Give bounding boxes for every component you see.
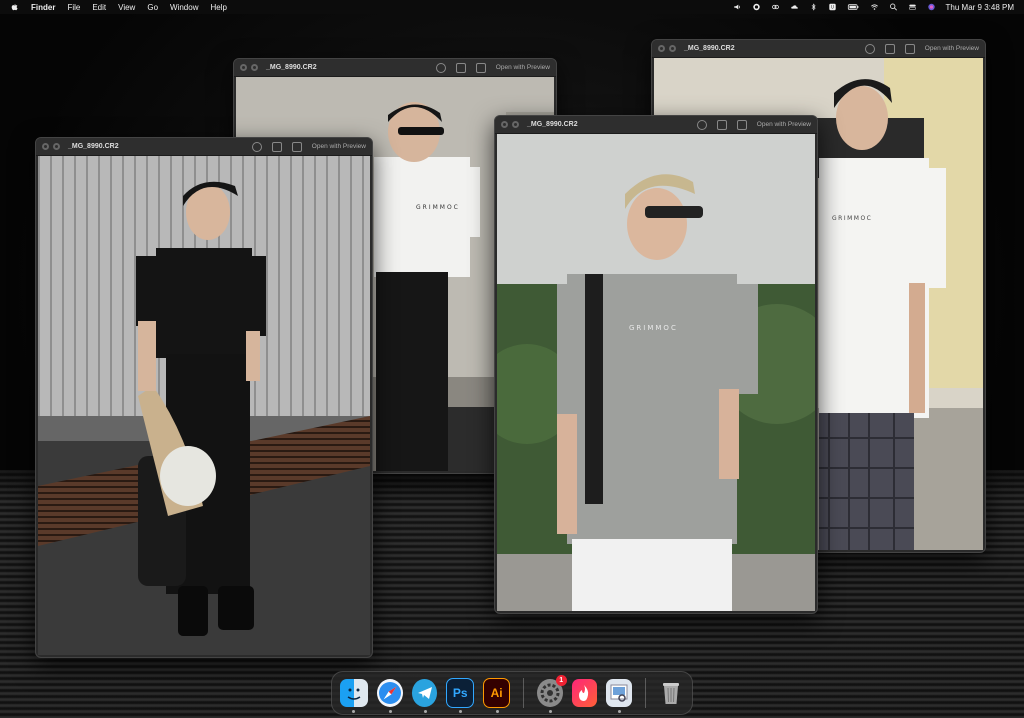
preview-icon [610,684,628,702]
dock-photoshop[interactable]: Ps [446,678,474,713]
running-indicator [495,710,499,713]
keyboard-icon[interactable]: U [828,3,837,11]
markup-icon[interactable] [251,141,262,152]
window-titlebar[interactable]: _MG_8990.CR2 Open with Preview [234,59,556,77]
dock-tinder[interactable] [571,679,598,707]
photo-1-image [38,156,370,655]
markup-icon[interactable] [435,62,446,73]
trash-icon [663,683,680,704]
window-title: _MG_8990.CR2 [68,143,119,150]
minimize-button[interactable] [512,121,519,128]
volume-icon[interactable] [733,3,742,11]
close-button[interactable] [42,143,49,150]
menu-window[interactable]: Window [170,3,198,12]
battery-icon [847,4,858,10]
siri-icon[interactable] [927,3,936,11]
window-titlebar[interactable]: _MG_8990.CR2 Open with Preview [495,116,817,134]
illustrator-icon-label: Ai [490,686,503,700]
open-with-preview-button[interactable]: Open with Preview [496,64,550,71]
flame-icon [579,685,589,701]
dock-trash[interactable] [659,679,684,707]
minimize-button[interactable] [669,45,676,52]
open-with-preview-button[interactable]: Open with Preview [925,45,979,52]
cloud-icon[interactable] [790,3,799,11]
minimize-button[interactable] [251,64,258,71]
share-icon[interactable] [904,43,915,54]
running-indicator [389,710,392,713]
telegram-icon [417,687,432,699]
gear-icon [540,683,560,703]
dock-telegram[interactable] [412,679,438,713]
finder-icon [347,688,361,700]
running-indicator [459,710,463,713]
shirt-print: GRIMMOC [416,204,460,211]
wifi-icon[interactable] [870,3,879,11]
window-titlebar[interactable]: _MG_8990.CR2 Open with Preview [652,40,985,58]
window-title: _MG_8990.CR2 [527,121,578,128]
dock-preview[interactable] [606,679,632,713]
bluetooth-icon[interactable] [809,3,818,11]
dock-finder[interactable] [340,679,368,713]
shirt-print: GRIMMOC [832,215,872,222]
photo-3-image: GRIMMOC [497,134,815,611]
menu-go[interactable]: Go [147,3,158,12]
photo-1 [38,156,370,655]
creative-cloud-icon[interactable] [771,3,780,11]
share-icon[interactable] [291,141,302,152]
svg-text:U: U [831,5,834,10]
chat-icon[interactable] [752,3,761,11]
preview-window-1[interactable]: _MG_8990.CR2 Open with Preview [35,137,373,658]
menu-file[interactable]: File [67,3,80,12]
running-indicator [424,710,427,713]
photo-3: GRIMMOC [497,134,815,611]
menu-help[interactable]: Help [210,3,226,12]
window-titlebar[interactable]: _MG_8990.CR2 Open with Preview [36,138,372,156]
apple-icon[interactable] [10,3,19,11]
notification-badge: 1 [555,675,567,686]
dock-system-settings[interactable]: 1 [537,675,567,713]
markup-icon[interactable] [864,43,875,54]
rotate-icon[interactable] [716,119,727,130]
markup-icon[interactable] [696,119,707,130]
close-button[interactable] [658,45,665,52]
safari-icon [379,682,401,704]
menu-bar: Finder File Edit View Go Window Help U T… [0,0,1024,14]
running-indicator [618,710,622,713]
control-center-icon[interactable] [908,3,917,11]
menu-edit[interactable]: Edit [92,3,106,12]
share-icon[interactable] [475,62,486,73]
preview-window-3[interactable]: _MG_8990.CR2 Open with Preview GRIMMOC [494,115,818,614]
window-title: _MG_8990.CR2 [266,64,317,71]
dock-illustrator[interactable]: Ai [482,678,511,713]
close-button[interactable] [501,121,508,128]
running-indicator [352,710,355,713]
menu-view[interactable]: View [118,3,135,12]
dock-separator [644,678,646,708]
minimize-button[interactable] [53,143,60,150]
rotate-icon[interactable] [271,141,282,152]
menubar-clock[interactable]: Thu Mar 9 3:48 PM [946,3,1014,12]
close-button[interactable] [240,64,247,71]
running-indicator [549,710,553,713]
window-title: _MG_8990.CR2 [684,45,735,52]
rotate-icon[interactable] [884,43,895,54]
open-with-preview-button[interactable]: Open with Preview [757,121,811,128]
shirt-print: GRIMMOC [629,324,678,332]
share-icon[interactable] [736,119,747,130]
app-name-menu[interactable]: Finder [31,3,55,12]
photoshop-icon-label: Ps [452,686,468,700]
rotate-icon[interactable] [455,62,466,73]
dock-separator [523,678,525,708]
open-with-preview-button[interactable]: Open with Preview [312,143,366,150]
dock: Ps Ai 1 [331,671,693,715]
dock-safari[interactable] [377,679,403,713]
search-icon[interactable] [889,3,898,11]
